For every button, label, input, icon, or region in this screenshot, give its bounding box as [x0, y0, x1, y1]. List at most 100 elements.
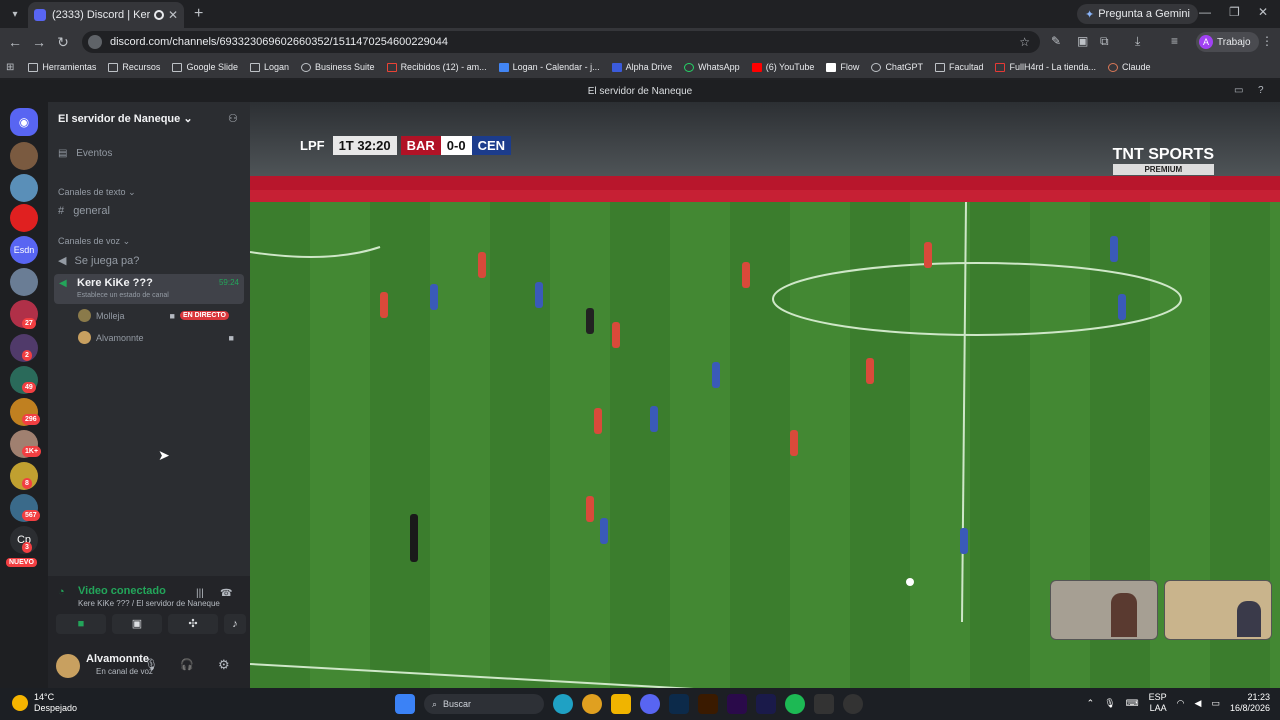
channel-status-text[interactable]: Establece un estado de canal — [77, 292, 169, 299]
webcam-tile[interactable] — [1164, 580, 1272, 640]
restore-icon[interactable]: ❐ — [1229, 5, 1240, 19]
events-label: Eventos — [76, 148, 113, 159]
address-bar[interactable]: discord.com/channels/693323069602660352/… — [82, 31, 1040, 53]
server-icon[interactable] — [10, 204, 38, 232]
microphone-icon[interactable]: 🎙 — [1104, 698, 1115, 709]
channel-label: Kere KiKe ??? — [77, 277, 153, 289]
windows-start-icon[interactable] — [395, 694, 415, 714]
audio-app-icon[interactable] — [814, 694, 834, 714]
wifi-icon[interactable]: ◠ — [1177, 698, 1185, 709]
keyboard-icon[interactable]: ⌨ — [1126, 698, 1139, 709]
illustrator-icon[interactable] — [698, 694, 718, 714]
gear-icon[interactable]: ⚙ — [218, 657, 230, 673]
bookmark[interactable]: Recursos — [108, 62, 160, 72]
player — [600, 518, 608, 544]
clock[interactable]: 21:23 16/8/2026 — [1230, 692, 1270, 714]
bookmark[interactable]: WhatsApp — [684, 62, 740, 72]
voice-user[interactable]: Molleja ■ EN DIRECTO — [78, 309, 229, 322]
server-icon-esdn[interactable]: Esdn — [10, 236, 38, 264]
bookmark[interactable]: Business Suite — [301, 62, 375, 72]
camera-button[interactable]: ■ — [56, 614, 106, 634]
back-icon[interactable]: ← — [3, 34, 27, 50]
server-icon[interactable] — [10, 268, 38, 296]
events-link[interactable]: ▤ Eventos — [58, 148, 112, 159]
bookmark[interactable]: FullH4rd - La tienda... — [995, 62, 1096, 72]
obs-icon[interactable] — [843, 694, 863, 714]
invite-people-icon[interactable]: ⚇ — [228, 112, 238, 125]
headphones-icon[interactable]: 🎧 — [180, 658, 194, 671]
bookmark[interactable]: Herramientas — [28, 62, 96, 72]
server-icon[interactable] — [10, 142, 38, 170]
pen-icon[interactable]: ✎ — [1051, 34, 1061, 48]
chevron-up-icon[interactable]: ⌃ — [1087, 698, 1095, 709]
voice-category[interactable]: Canales de voz ⌄ — [58, 236, 130, 247]
gemini-button[interactable]: ✦ Pregunta a Gemini — [1077, 4, 1198, 24]
bookmark[interactable]: Facultad — [934, 62, 983, 72]
bookmark[interactable]: (6) YouTube — [751, 62, 814, 72]
language-indicator[interactable]: ESP LAA — [1149, 692, 1167, 714]
extension-ps-icon[interactable]: ▣ — [1077, 34, 1088, 48]
folder-icon — [108, 62, 119, 72]
reload-icon[interactable]: ↻ — [51, 34, 75, 51]
after-effects-icon[interactable] — [756, 694, 776, 714]
noise-suppression-icon[interactable]: ||| — [196, 588, 204, 599]
close-tab-icon[interactable]: ✕ — [168, 8, 178, 22]
menu-icon[interactable]: ⋮ — [1261, 34, 1273, 48]
site-info-icon[interactable] — [88, 35, 102, 49]
spotify-icon[interactable] — [785, 694, 805, 714]
apps-grid-icon[interactable]: ⊞ — [6, 62, 14, 73]
weather-widget[interactable]: 14°C Despejado — [12, 692, 77, 714]
taskbar-search[interactable]: ⌕ Buscar — [424, 694, 544, 714]
microphone-icon[interactable]: 🎙 — [144, 658, 158, 671]
chevron-down-icon: ⌄ — [128, 187, 136, 197]
soundboard-button[interactable]: ♪ — [224, 614, 246, 634]
bookmark[interactable]: ChatGPT — [871, 62, 923, 72]
voice-user[interactable]: Alvamonnte ■ — [78, 331, 234, 344]
minimize-icon[interactable]: — — [1199, 5, 1211, 19]
bookmark-label: Recibidos (12) - am... — [400, 62, 487, 72]
bookmark-star-icon[interactable]: ☆ — [1019, 35, 1030, 49]
bookmark[interactable]: Flow — [826, 62, 859, 72]
download-icon[interactable]: ⤓ — [1135, 34, 1140, 49]
bookmark[interactable]: Claude — [1108, 62, 1151, 72]
server-name-button[interactable]: El servidor de Naneque ⌄ — [58, 112, 193, 125]
speaker-icon: ◀ — [59, 278, 67, 289]
tab-search-icon[interactable]: ▾ — [2, 3, 28, 25]
extensions-icon[interactable]: ⧉ — [1100, 34, 1109, 49]
forward-icon[interactable]: → — [27, 34, 51, 50]
disconnect-icon[interactable]: ☎ — [220, 588, 232, 599]
browser-tab[interactable]: (2333) Discord | Kere KiKe ??? ✕ — [28, 2, 184, 28]
bookmark[interactable]: Logan - Calendar - j... — [498, 62, 600, 72]
channel-general[interactable]: # general — [58, 205, 110, 217]
bookmark[interactable]: Recibidos (12) - am... — [386, 62, 487, 72]
media-icon[interactable]: ≡ — [1171, 34, 1178, 48]
bookmark[interactable]: Google Slide — [172, 62, 238, 72]
voice-channel-se-juega[interactable]: ◀ Se juega pa? — [58, 254, 139, 267]
server-icon[interactable] — [10, 174, 38, 202]
photoshop-icon[interactable] — [669, 694, 689, 714]
copilot-icon[interactable] — [553, 694, 573, 714]
battery-icon[interactable]: ▭ — [1211, 698, 1220, 709]
discord-icon[interactable] — [640, 694, 660, 714]
search-icon: ⌕ — [432, 698, 438, 709]
stream-video[interactable]: LPF 1T 32:20 BAR 0-0 CEN TNT SPORTS PREM… — [250, 102, 1280, 688]
screen-share-button[interactable]: ▣ — [112, 614, 162, 634]
user-avatar[interactable] — [56, 654, 80, 678]
help-icon[interactable]: ? — [1258, 85, 1264, 96]
bookmark[interactable]: Logan — [249, 62, 289, 72]
activities-button[interactable]: ✣ — [168, 614, 218, 634]
file-explorer-icon[interactable] — [611, 694, 631, 714]
inbox-icon[interactable]: ▭ — [1234, 85, 1243, 96]
profile-button[interactable]: A Trabajo — [1196, 32, 1259, 52]
volume-icon[interactable]: ◀ — [1195, 698, 1202, 709]
lang-bottom: LAA — [1149, 703, 1167, 713]
discord-home-icon[interactable]: ◉ — [10, 108, 38, 136]
webcam-tile[interactable] — [1050, 580, 1158, 640]
bookmark[interactable]: Alpha Drive — [611, 62, 672, 72]
close-window-icon[interactable]: ✕ — [1258, 5, 1268, 19]
voice-channel-active[interactable]: ◀ Kere KiKe ??? 59:24 Establece un estad… — [54, 274, 244, 304]
new-tab-icon[interactable]: + — [194, 5, 203, 23]
text-category[interactable]: Canales de texto ⌄ — [58, 187, 136, 198]
premiere-icon[interactable] — [727, 694, 747, 714]
chrome-icon[interactable] — [582, 694, 602, 714]
